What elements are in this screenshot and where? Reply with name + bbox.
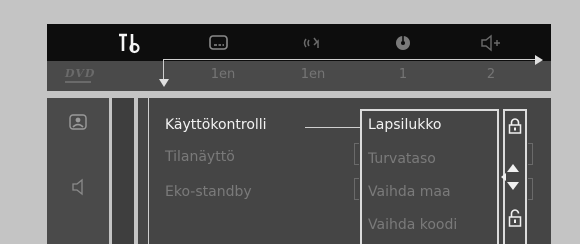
side-panel-2 <box>112 98 134 244</box>
menu-item-status-display[interactable]: Tilanäyttö <box>165 149 235 165</box>
submenu-item-child-lock[interactable]: Lapsilukko <box>368 117 442 133</box>
progress-line <box>163 59 535 60</box>
menu-left-border <box>148 98 149 244</box>
submenu-item-change-code[interactable]: Vaihda koodi <box>368 217 457 233</box>
info-value: 1en <box>210 67 236 82</box>
speaker-icon[interactable] <box>71 178 87 196</box>
tab-settings[interactable] <box>99 24 159 61</box>
bracket <box>528 178 533 200</box>
info-value: 1 <box>398 67 408 82</box>
gap <box>47 91 551 98</box>
progress-tick <box>163 59 164 81</box>
bracket <box>354 178 359 200</box>
tab-subtitle[interactable] <box>189 24 249 61</box>
tab-bar <box>47 24 551 61</box>
audio-wave-icon <box>303 37 319 48</box>
tab-sound[interactable] <box>461 24 521 61</box>
tools-icon <box>119 33 140 53</box>
info-value: 1en <box>300 67 326 82</box>
person-icon[interactable] <box>69 114 87 130</box>
tab-audio[interactable] <box>283 24 343 61</box>
info-bar: DVD 1en 1en 1 2 <box>47 55 551 91</box>
bracket <box>354 143 359 165</box>
selection-connector <box>305 127 360 128</box>
speaker-icon <box>481 34 500 51</box>
dvd-logo: DVD <box>65 67 95 83</box>
info-value: 2 <box>486 67 496 82</box>
lock-icon <box>508 118 522 134</box>
arrow-right-icon <box>535 55 543 65</box>
up-down-arrow-icon[interactable] <box>500 162 526 192</box>
bracket <box>528 143 533 165</box>
side-panel <box>47 98 109 244</box>
submenu-item-security-level[interactable]: Turvataso <box>368 151 436 167</box>
tab-angle[interactable] <box>373 24 433 61</box>
disc-angle-icon <box>396 35 410 50</box>
submenu-item-change-country[interactable]: Vaihda maa <box>368 184 451 200</box>
arrow-down-icon <box>159 79 169 87</box>
subtitle-icon <box>209 34 228 50</box>
menu-item-parental-control[interactable]: Käyttökontrolli <box>165 117 267 133</box>
menu-item-eco-standby[interactable]: Eko-standby <box>165 184 252 200</box>
lock-icon <box>508 209 522 227</box>
